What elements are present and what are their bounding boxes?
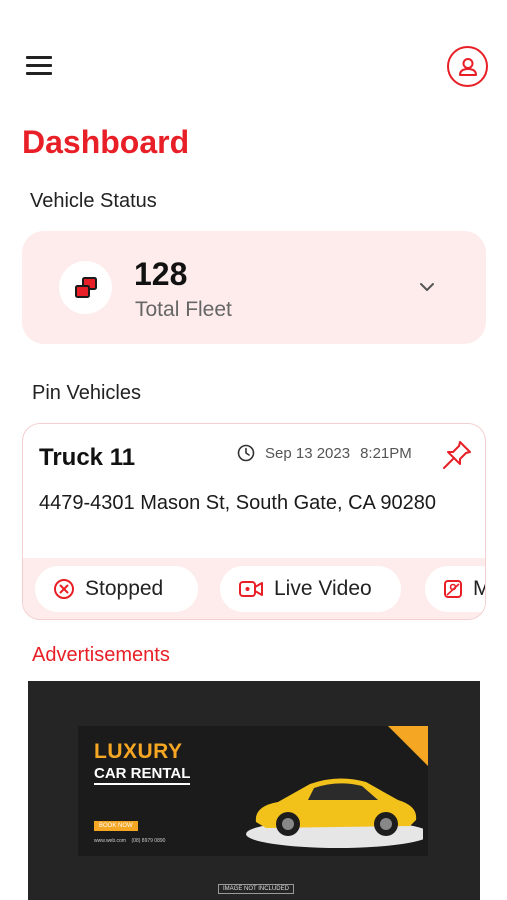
ad-book-now-button: BOOK NOW: [94, 821, 138, 831]
pinned-vehicle-card[interactable]: Truck 11 Sep 13 2023 8:21PM 4479-4301 Ma…: [22, 423, 486, 620]
total-fleet-card[interactable]: 128 Total Fleet: [22, 231, 486, 344]
advertisement-banner[interactable]: LUXURY CAR RENTAL BOOK NOW www.web.com (…: [28, 681, 480, 900]
vehicle-name: Truck 11: [39, 444, 136, 471]
chevron-down-icon[interactable]: [417, 277, 437, 297]
live-video-label: Live Video: [274, 577, 372, 600]
ad-phone: (08) 8979 0890: [131, 838, 166, 844]
vehicle-address: 4479-4301 Mason St, South Gate, CA 90280: [39, 492, 436, 514]
ad-subheadline: CAR RENTAL: [94, 765, 191, 785]
map-button[interactable]: M: [425, 566, 485, 612]
stopped-status-chip[interactable]: Stopped: [35, 566, 198, 612]
vehicle-timestamp: Sep 13 2023 8:21PM: [237, 444, 412, 462]
map-icon: [444, 580, 462, 598]
fleet-icon: [59, 261, 112, 314]
pin-icon[interactable]: [441, 439, 473, 471]
car-image: [246, 778, 423, 848]
ad-contact: www.web.com (08) 8979 0890: [94, 838, 165, 844]
pin-vehicles-label: Pin Vehicles: [32, 382, 141, 404]
ad-website: www.web.com: [94, 838, 126, 844]
fleet-label: Total Fleet: [135, 298, 232, 321]
stopped-icon: [54, 579, 74, 599]
hamburger-menu-icon[interactable]: [26, 56, 52, 76]
map-label: M: [473, 577, 485, 601]
vehicle-time: 8:21PM: [360, 444, 412, 462]
ad-card: LUXURY CAR RENTAL BOOK NOW www.web.com (…: [78, 726, 428, 856]
advertisements-label: Advertisements: [32, 644, 170, 666]
vehicle-date: Sep 13 2023: [265, 444, 351, 462]
fleet-count: 128: [134, 256, 188, 292]
live-video-button[interactable]: Live Video: [220, 566, 401, 612]
user-icon: [458, 57, 477, 76]
vehicle-actions-bar: Stopped Live Video M: [23, 558, 485, 619]
stopped-label: Stopped: [85, 577, 164, 600]
page-title: Dashboard: [22, 124, 190, 160]
ad-disclaimer: IMAGE NOT INCLUDED: [218, 884, 294, 894]
user-profile-icon[interactable]: [447, 46, 488, 87]
video-camera-icon: [239, 581, 263, 597]
ad-headline: LUXURY: [94, 740, 183, 763]
clock-icon: [237, 444, 255, 462]
vehicle-status-label: Vehicle Status: [30, 190, 157, 212]
